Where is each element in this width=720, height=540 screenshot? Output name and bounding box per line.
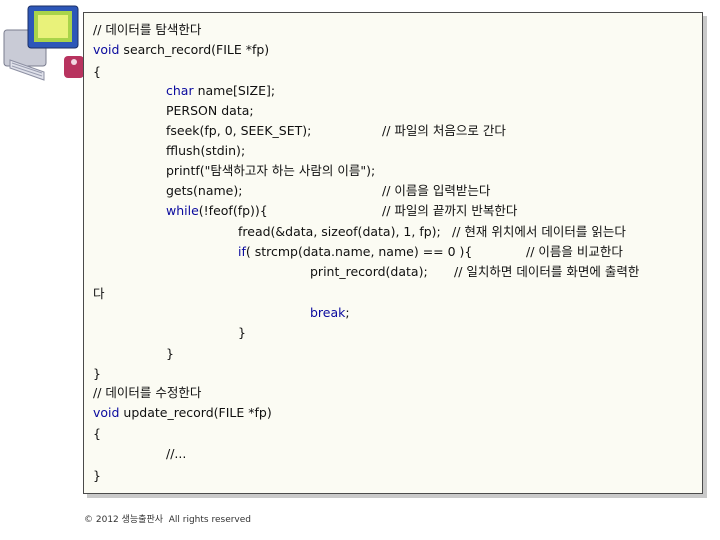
keyword: break xyxy=(310,305,346,320)
keyword: char xyxy=(166,83,194,98)
code-text: PERSON data; xyxy=(166,103,254,118)
code-line-15: break; xyxy=(310,303,350,323)
computer-logo-icon xyxy=(0,0,86,90)
code-line-12: if( strcmp(data.name, name) == 0 ){ xyxy=(238,242,472,262)
code-line-17: } xyxy=(166,344,174,364)
comment: // 데이터를 탐색한다 xyxy=(93,22,202,37)
code-comment-10: // 파일의 끝까지 반복한다 xyxy=(382,203,518,218)
code-text: } xyxy=(166,346,174,361)
code-text: fseek(fp, 0, SEEK_SET); xyxy=(166,123,312,138)
code-line-13: print_record(data); xyxy=(310,262,428,282)
code-text: } xyxy=(238,325,246,340)
code-text: name[SIZE]; xyxy=(193,83,276,98)
code-text: } xyxy=(93,468,101,483)
code-line-22: //... xyxy=(166,444,186,464)
keyword: void xyxy=(93,405,120,420)
code-line-18: } xyxy=(93,364,101,384)
code-line-5: PERSON data; xyxy=(166,101,254,121)
code-text: print_record(data); xyxy=(310,264,428,279)
keyword: while xyxy=(166,203,199,218)
comment: // 데이터를 수정한다 xyxy=(93,385,202,400)
comment: //... xyxy=(166,446,187,461)
code-line-19: // 데이터를 수정한다 xyxy=(93,383,201,403)
code-text: } xyxy=(93,366,101,381)
code-line-23: } xyxy=(93,466,101,486)
code-line-16: } xyxy=(238,323,246,343)
code-text: update_record(FILE *fp) xyxy=(119,405,272,420)
code-text: (!feof(fp)){ xyxy=(198,203,268,218)
code-line-7: fflush(stdin); xyxy=(166,141,245,161)
code-line-11: fread(&data, sizeof(data), 1, fp); xyxy=(238,222,441,242)
keyword: void xyxy=(93,42,120,57)
code-text: ( strcmp(data.name, name) == 0 ){ xyxy=(245,244,473,259)
code-comment-11: // 현재 위치에서 데이터를 읽는다 xyxy=(452,224,626,239)
copyright-footer: © 2012 생능출판사 All rights reserved xyxy=(84,515,252,525)
code-comment-9: // 이름을 입력받는다 xyxy=(382,183,491,198)
code-text: fread(&data, sizeof(data), 1, fp); xyxy=(238,224,441,239)
code-text: ; xyxy=(345,305,350,320)
code-line-3: { xyxy=(93,62,101,82)
code-text: printf("탐색하고자 하는 사람의 이름"); xyxy=(166,163,376,178)
code-line-6: fseek(fp, 0, SEEK_SET); xyxy=(166,121,311,141)
code-text: { xyxy=(93,64,101,79)
code-line-14: 다 xyxy=(93,284,105,304)
code-line-2: void search_record(FILE *fp) xyxy=(93,40,269,60)
code-text: gets(name); xyxy=(166,183,243,198)
code-text: search_record(FILE *fp) xyxy=(119,42,270,57)
code-line-4: char name[SIZE]; xyxy=(166,81,275,101)
code-text: 다 xyxy=(93,286,105,301)
code-text: { xyxy=(93,426,101,441)
keyword: if xyxy=(238,244,246,259)
code-comment-6: // 파일의 처음으로 간다 xyxy=(382,123,506,138)
code-line-10: while(!feof(fp)){ xyxy=(166,201,268,221)
code-line-8: printf("탐색하고자 하는 사람의 이름"); xyxy=(166,161,375,181)
code-line-21: { xyxy=(93,424,101,444)
code-comment-12: // 이름을 비교한다 xyxy=(526,244,623,259)
code-line-20: void update_record(FILE *fp) xyxy=(93,403,272,423)
code-line-1: // 데이터를 탐색한다 xyxy=(93,20,201,40)
code-comment-13: // 일치하면 데이터를 화면에 출력한 xyxy=(454,264,640,279)
code-line-9: gets(name); xyxy=(166,181,242,201)
code-text: fflush(stdin); xyxy=(166,143,246,158)
